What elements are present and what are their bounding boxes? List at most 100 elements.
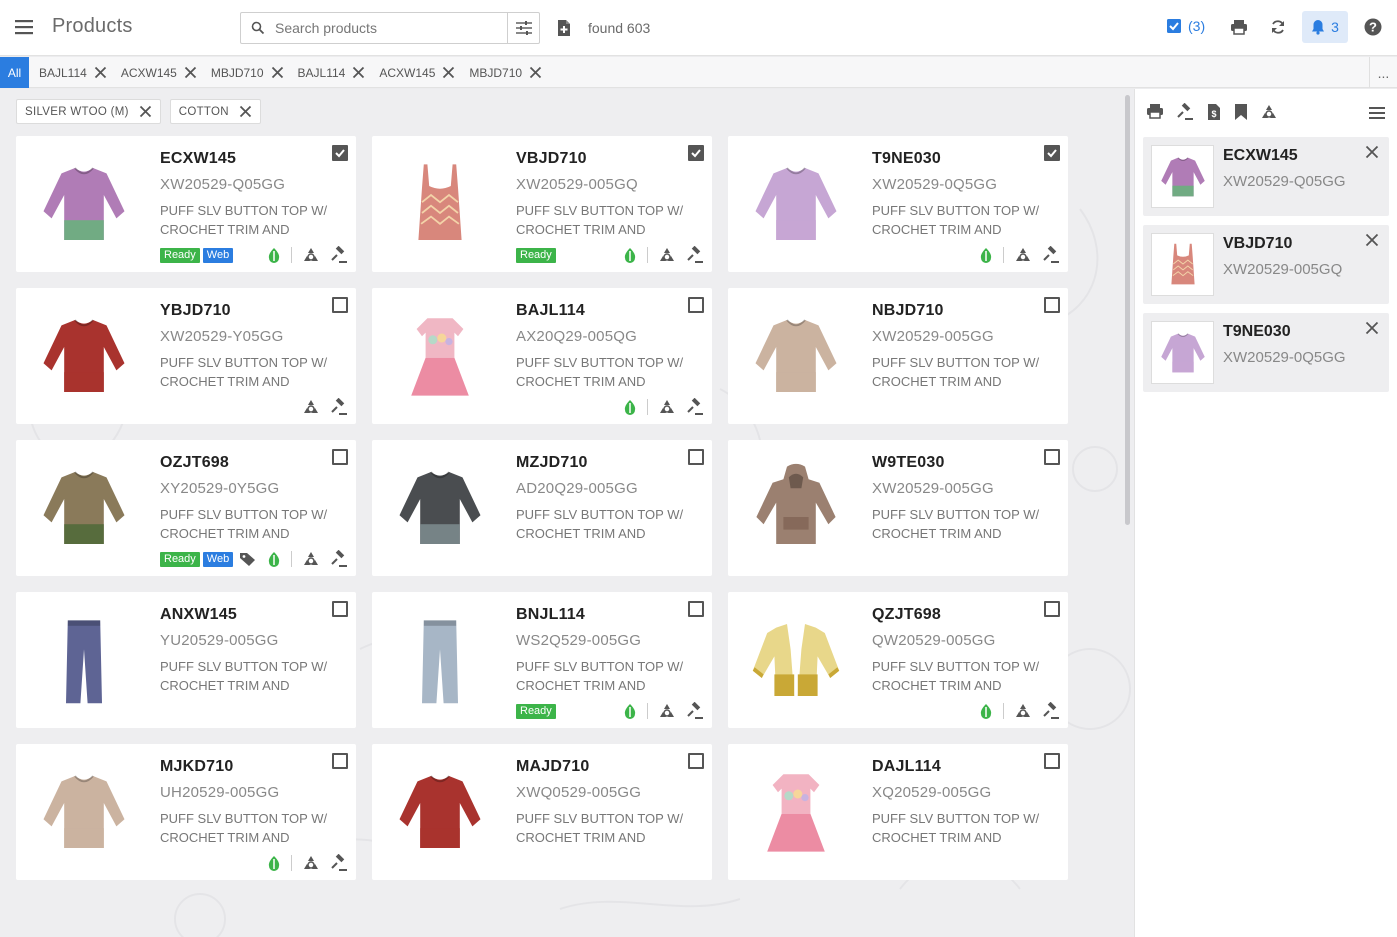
tab-mbjd710[interactable]: MBJD710 — [469, 66, 542, 80]
product-checkbox[interactable] — [1044, 753, 1060, 769]
product-code[interactable]: ANXW145 — [160, 606, 237, 624]
tab-all[interactable]: All — [0, 57, 29, 88]
tab-mbjd710[interactable]: MBJD710 — [211, 66, 284, 80]
product-card[interactable]: MAJD710 XWQ0529-005GG PUFF SLV BUTTON TO… — [372, 744, 712, 880]
product-image[interactable] — [384, 602, 496, 718]
product-checkbox[interactable] — [332, 753, 348, 769]
product-code[interactable]: MZJD710 — [516, 454, 588, 472]
product-checkbox[interactable] — [688, 449, 704, 465]
eco-leaf-icon[interactable] — [979, 247, 993, 263]
tags-icon[interactable] — [239, 551, 257, 567]
gavel-icon[interactable] — [686, 702, 704, 720]
product-image[interactable] — [28, 146, 140, 262]
gavel-icon[interactable] — [330, 246, 348, 264]
close-icon[interactable] — [271, 66, 284, 79]
tab-overflow-button[interactable]: ... — [1369, 57, 1397, 88]
gavel-icon[interactable] — [330, 398, 348, 416]
product-code[interactable]: T9NE030 — [872, 150, 941, 168]
eco-leaf-icon[interactable] — [267, 855, 281, 871]
recycle-icon[interactable] — [658, 703, 676, 719]
product-image[interactable] — [740, 298, 852, 414]
eco-leaf-icon[interactable] — [267, 551, 281, 567]
selected-count-button[interactable]: (3) — [1166, 18, 1205, 34]
gavel-icon[interactable] — [1042, 702, 1060, 720]
product-code[interactable]: YBJD710 — [160, 302, 231, 320]
product-image[interactable] — [28, 298, 140, 414]
remove-selection-icon[interactable] — [1365, 321, 1379, 335]
notifications-button[interactable]: 3 — [1302, 11, 1348, 43]
menu-icon[interactable] — [14, 17, 34, 37]
panel-menu-icon[interactable] — [1368, 105, 1386, 121]
product-image[interactable] — [740, 754, 852, 870]
product-code[interactable]: MAJD710 — [516, 758, 589, 776]
remove-selection-icon[interactable] — [1365, 145, 1379, 159]
product-image[interactable] — [28, 602, 140, 718]
print-icon[interactable] — [1230, 19, 1248, 35]
close-icon[interactable] — [184, 66, 197, 79]
help-icon[interactable]: ? — [1364, 18, 1382, 36]
product-card[interactable]: DAJL114 XQ20529-005GG PUFF SLV BUTTON TO… — [728, 744, 1068, 880]
product-checkbox[interactable] — [688, 753, 704, 769]
product-checkbox[interactable] — [332, 297, 348, 313]
recycle-icon[interactable] — [302, 399, 320, 415]
product-checkbox[interactable] — [1044, 449, 1060, 465]
close-icon[interactable] — [352, 66, 365, 79]
selected-product-item[interactable]: ECXW145 XW20529-Q05GG — [1143, 137, 1389, 216]
export-file-icon[interactable] — [556, 19, 572, 37]
product-card[interactable]: VBJD710 XW20529-005GQ PUFF SLV BUTTON TO… — [372, 136, 712, 272]
gavel-icon[interactable] — [330, 854, 348, 872]
eco-leaf-icon[interactable] — [623, 399, 637, 415]
refresh-icon[interactable] — [1270, 19, 1286, 35]
product-code[interactable]: MJKD710 — [160, 758, 233, 776]
invoice-icon[interactable]: $ — [1206, 103, 1222, 121]
product-image[interactable] — [28, 450, 140, 566]
close-icon[interactable] — [529, 66, 542, 79]
gavel-icon[interactable] — [330, 550, 348, 568]
product-checkbox[interactable] — [1044, 601, 1060, 617]
tab-acxw145[interactable]: ACXW145 — [121, 66, 197, 80]
product-card[interactable]: MJKD710 UH20529-005GG PUFF SLV BUTTON TO… — [16, 744, 356, 880]
product-image[interactable] — [28, 754, 140, 870]
gavel-icon[interactable] — [1176, 103, 1194, 121]
product-code[interactable]: BAJL114 — [516, 302, 585, 320]
tab-acxw145[interactable]: ACXW145 — [379, 66, 455, 80]
gavel-icon[interactable] — [1042, 246, 1060, 264]
tab-bajl114[interactable]: BAJL114 — [39, 66, 107, 80]
search-input[interactable] — [275, 13, 505, 43]
recycle-icon[interactable] — [302, 551, 320, 567]
selected-product-item[interactable]: VBJD710 XW20529-005GQ — [1143, 225, 1389, 304]
product-card[interactable]: QZJT698 QW20529-005GG PUFF SLV BUTTON TO… — [728, 592, 1068, 728]
product-card[interactable]: NBJD710 XW20529-005GG PUFF SLV BUTTON TO… — [728, 288, 1068, 424]
scrollbar[interactable] — [1125, 95, 1130, 525]
eco-leaf-icon[interactable] — [267, 247, 281, 263]
product-image[interactable] — [740, 450, 852, 566]
gavel-icon[interactable] — [686, 398, 704, 416]
recycle-icon[interactable] — [302, 247, 320, 263]
gavel-icon[interactable] — [686, 246, 704, 264]
product-checkbox[interactable] — [688, 601, 704, 617]
product-code[interactable]: NBJD710 — [872, 302, 944, 320]
product-checkbox[interactable] — [1044, 145, 1060, 161]
product-card[interactable]: MZJD710 AD20Q29-005GG PUFF SLV BUTTON TO… — [372, 440, 712, 576]
product-code[interactable]: BNJL114 — [516, 606, 585, 624]
print-icon[interactable] — [1146, 103, 1164, 121]
recycle-icon[interactable] — [302, 855, 320, 871]
product-card[interactable]: BNJL114 WS2Q529-005GG PUFF SLV BUTTON TO… — [372, 592, 712, 728]
product-image[interactable] — [740, 602, 852, 718]
product-checkbox[interactable] — [332, 145, 348, 161]
recycle-icon[interactable] — [658, 399, 676, 415]
product-code[interactable]: DAJL114 — [872, 758, 941, 776]
product-card[interactable]: ANXW145 YU20529-005GG PUFF SLV BUTTON TO… — [16, 592, 356, 728]
product-checkbox[interactable] — [332, 601, 348, 617]
product-checkbox[interactable] — [1044, 297, 1060, 313]
product-code[interactable]: VBJD710 — [516, 150, 587, 168]
bookmark-icon[interactable] — [1234, 103, 1248, 121]
product-code[interactable]: OZJT698 — [160, 454, 229, 472]
remove-selection-icon[interactable] — [1365, 233, 1379, 247]
product-checkbox[interactable] — [332, 449, 348, 465]
filter-settings-button[interactable] — [507, 13, 539, 43]
close-icon[interactable] — [94, 66, 107, 79]
product-card[interactable]: T9NE030 XW20529-0Q5GG PUFF SLV BUTTON TO… — [728, 136, 1068, 272]
close-icon[interactable] — [239, 105, 252, 118]
product-code[interactable]: QZJT698 — [872, 606, 941, 624]
